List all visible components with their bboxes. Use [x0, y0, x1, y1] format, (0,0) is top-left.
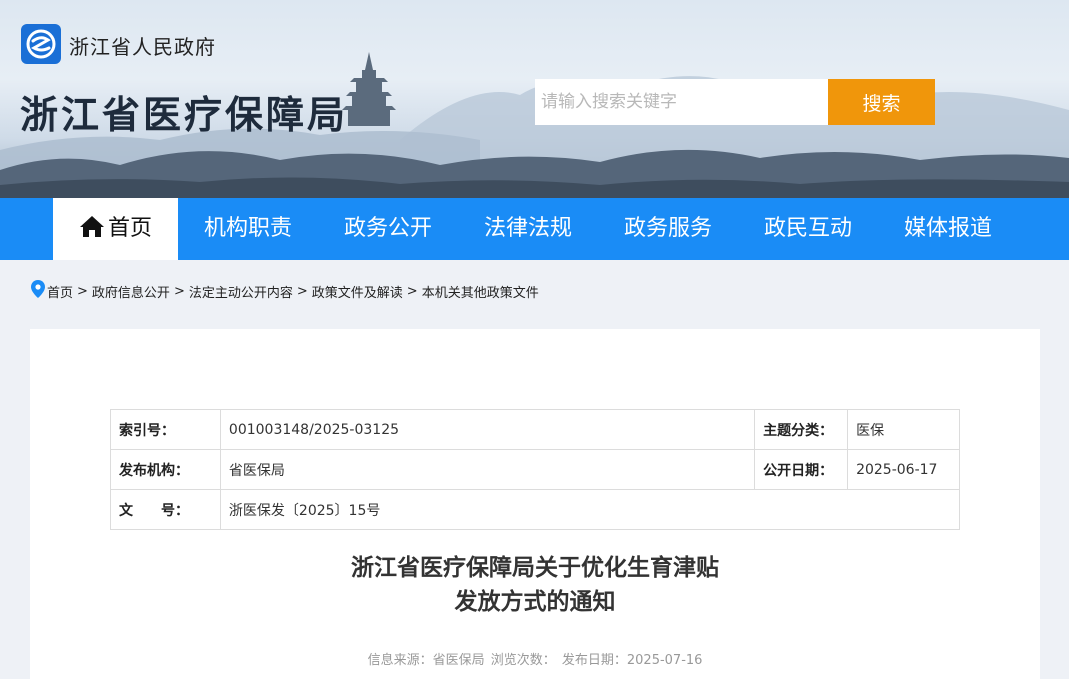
- header-banner: 浙江省人民政府 浙江省医疗保障局 搜索: [0, 0, 1069, 198]
- nav-item-laws[interactable]: 法律法规: [458, 198, 598, 260]
- nav-item-home[interactable]: 首页: [53, 198, 178, 260]
- main-nav: 首页 机构职责 政务公开 法律法规 政务服务 政民互动 媒体报道: [0, 198, 1069, 260]
- breadcrumb-statutory-content[interactable]: 法定主动公开内容: [189, 282, 293, 301]
- table-row: 文 号： 浙医保发〔2025〕15号: [110, 489, 961, 530]
- document-info: 信息来源：省医保局 浏览次数： 发布日期：2025-07-16: [30, 649, 1040, 668]
- breadcrumb-separator: >: [173, 283, 185, 299]
- nav-item-org[interactable]: 机构职责: [178, 198, 318, 260]
- pub-date-label: 公开日期：: [754, 449, 849, 490]
- nav-item-services[interactable]: 政务服务: [598, 198, 738, 260]
- nav-item-interaction[interactable]: 政民互动: [738, 198, 878, 260]
- issuer-value: 省医保局: [219, 449, 756, 490]
- content-card: 索引号： 001003148/2025-03125 主题分类： 医保 发布机构：…: [30, 329, 1040, 679]
- nav-item-gov-affairs[interactable]: 政务公开: [318, 198, 458, 260]
- docno-value: 浙医保发〔2025〕15号: [219, 489, 961, 530]
- index-value: 001003148/2025-03125: [219, 409, 756, 450]
- breadcrumb-policy-docs[interactable]: 政策文件及解读: [312, 282, 403, 301]
- topic-label: 主题分类：: [754, 409, 849, 450]
- breadcrumb-separator: >: [77, 283, 88, 299]
- docno-label: 文 号：: [110, 489, 221, 530]
- document-source: 信息来源：省医保局: [367, 653, 485, 668]
- table-row: 发布机构： 省医保局 公开日期： 2025-06-17: [110, 449, 960, 490]
- zhejiang-gov-logo-icon[interactable]: [21, 24, 61, 64]
- topic-value: 医保: [847, 409, 960, 450]
- breadcrumb-separator: >: [296, 283, 308, 299]
- breadcrumb-info-disclosure[interactable]: 政府信息公开: [92, 282, 170, 301]
- table-row: 索引号： 001003148/2025-03125 主题分类： 医保: [110, 409, 960, 450]
- document-date: 发布日期：2025-07-16: [561, 653, 703, 668]
- search-button[interactable]: 搜索: [828, 79, 935, 125]
- issuer-label: 发布机构：: [110, 449, 221, 490]
- document-views: 浏览次数：: [490, 653, 556, 668]
- breadcrumb-separator: >: [406, 283, 418, 299]
- document-title-line1: 浙江省医疗保障局关于优化生育津贴: [351, 555, 719, 581]
- breadcrumb-home[interactable]: 首页: [47, 282, 73, 301]
- search-input[interactable]: [535, 79, 828, 125]
- index-label: 索引号：: [110, 409, 221, 450]
- breadcrumb: 首页 > 政府信息公开 > 法定主动公开内容 > 政策文件及解读 > 本机关其他…: [31, 280, 539, 302]
- document-title-line2: 发放方式的通知: [454, 589, 616, 615]
- gov-name-link[interactable]: 浙江省人民政府: [69, 31, 216, 60]
- location-pin-icon: [31, 280, 45, 302]
- nav-item-label: 首页: [107, 216, 152, 241]
- document-title: 浙江省医疗保障局关于优化生育津贴 发放方式的通知: [30, 551, 1040, 619]
- site-title: 浙江省医疗保障局: [20, 93, 349, 137]
- home-icon: [79, 201, 105, 263]
- breadcrumb-other-policy[interactable]: 本机关其他政策文件: [422, 282, 539, 301]
- document-meta-table: 索引号： 001003148/2025-03125 主题分类： 医保 发布机构：…: [110, 409, 961, 530]
- pub-date-value: 2025-06-17: [847, 449, 960, 490]
- nav-item-media[interactable]: 媒体报道: [878, 198, 1018, 260]
